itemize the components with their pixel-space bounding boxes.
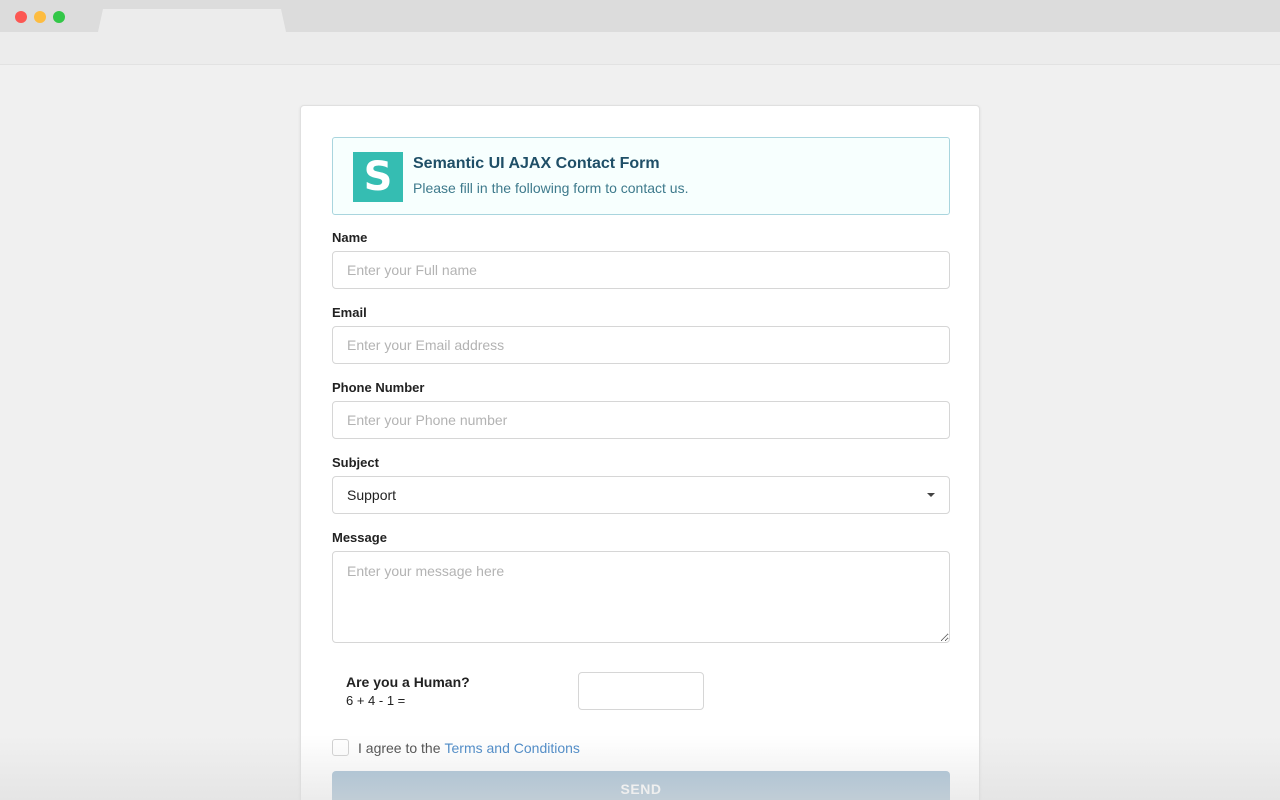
contact-form-card: S Semantic UI AJAX Contact Form Please f… <box>300 105 980 800</box>
terms-checkbox[interactable] <box>332 739 349 756</box>
phone-input[interactable] <box>332 401 950 439</box>
subject-label: Subject <box>332 455 379 470</box>
window-close-button[interactable] <box>15 11 27 23</box>
browser-tab[interactable] <box>98 9 286 32</box>
name-label: Name <box>332 230 368 245</box>
send-button[interactable]: SEND <box>332 771 950 800</box>
captcha-question: Are you a Human? <box>346 674 470 690</box>
form-header: S Semantic UI AJAX Contact Form Please f… <box>332 137 950 215</box>
message-label: Message <box>332 530 387 545</box>
captcha-equation: 6 + 4 - 1 = <box>346 693 406 708</box>
form-title: Semantic UI AJAX Contact Form <box>413 155 660 172</box>
browser-toolbar <box>0 32 1280 65</box>
captcha-answer-input[interactable] <box>578 672 704 710</box>
terms-link[interactable]: Terms and Conditions <box>445 740 580 756</box>
message-textarea[interactable] <box>332 551 950 643</box>
window-zoom-button[interactable] <box>53 11 65 23</box>
terms-agreement: I agree to the Terms and Conditions <box>332 739 580 756</box>
subject-selected-value: Support <box>347 487 397 503</box>
logo: S <box>353 152 403 202</box>
terms-agree-text: I agree to the <box>358 739 441 756</box>
form-subtitle: Please fill in the following form to con… <box>413 180 689 196</box>
caret-down-icon <box>927 493 935 497</box>
phone-label: Phone Number <box>332 380 425 395</box>
name-input[interactable] <box>332 251 950 289</box>
browser-titlebar <box>0 0 1280 32</box>
email-input[interactable] <box>332 326 950 364</box>
subject-select[interactable]: Support <box>332 476 950 514</box>
email-label: Email <box>332 305 367 320</box>
window-minimize-button[interactable] <box>34 11 46 23</box>
